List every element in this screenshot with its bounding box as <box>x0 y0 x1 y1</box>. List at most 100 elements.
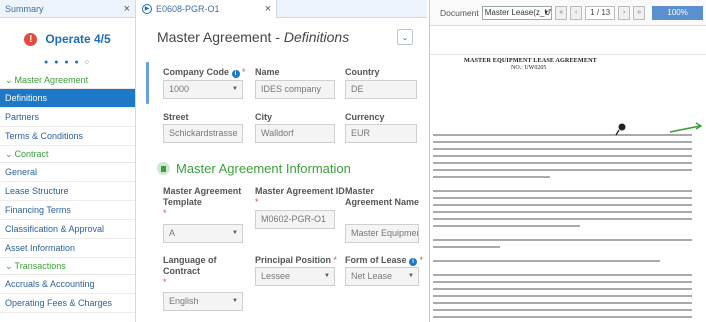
highlight-arrow-icon <box>669 122 703 133</box>
viewer-toolbar: Document Master Lease(z_UW ▼ « ‹ 1 / 13 … <box>430 0 706 26</box>
scroll-handle[interactable] <box>146 62 149 104</box>
sidebar-item-partners[interactable]: Partners <box>0 108 135 127</box>
sidebar-nav: ⌄ Master Agreement Definitions Partners Term… <box>0 72 135 313</box>
document-select-value: Master Lease(z_UW <box>484 7 553 17</box>
language-select[interactable]: English ▼ <box>163 292 243 311</box>
dropdown-caret-icon: ▼ <box>232 86 238 92</box>
currency-field[interactable]: EUR <box>345 124 417 143</box>
play-circle-icon: ▶ <box>142 3 152 14</box>
form-header: Master Agreement - Definitions ⌄ <box>137 22 427 52</box>
agreement-id-field[interactable]: M0602-PGR-O1 <box>255 210 335 229</box>
document-label: Document <box>440 7 479 18</box>
left-sidebar: Summary × ! Operate 4/5 ● ● ● ● ○ ⌄ Maste… <box>0 0 136 322</box>
company-code-label: Company Code i * <box>163 67 246 78</box>
city-field[interactable]: Walldorf <box>255 124 335 143</box>
chevron-down-icon: ⌄ <box>5 261 13 271</box>
dropdown-caret-icon: ▼ <box>543 9 550 16</box>
position-select[interactable]: Lessee ▼ <box>255 267 335 286</box>
collapse-button[interactable]: ⌄ <box>397 29 413 45</box>
page-indicator[interactable]: 1 / 13 <box>585 5 616 20</box>
agreement-name-label: Master Agreement Name <box>345 186 420 207</box>
chevron-down-icon: ⌄ <box>5 149 13 159</box>
dropdown-caret-icon: ▼ <box>408 273 414 279</box>
position-label: Principal Position * <box>255 255 337 266</box>
document-text-block <box>433 122 703 318</box>
tab-agreement[interactable]: ▶ E0608-PGR-O1 × <box>137 0 277 18</box>
info-icon[interactable]: i <box>409 258 418 266</box>
agreement-id-label-text: Master Agreement ID <box>255 186 345 196</box>
agreement-name-field[interactable]: Master Equipment I <box>345 224 419 243</box>
document-icon <box>157 162 170 175</box>
required-mark: * <box>163 208 167 218</box>
sidebar-item-definitions[interactable]: Definitions <box>0 89 135 108</box>
form-of-lease-value: Net Lease <box>351 271 393 281</box>
step-dots: ● ● ● ● ○ <box>44 59 91 66</box>
prev-page-button[interactable]: ‹ <box>570 5 583 20</box>
city-label: City <box>255 112 273 122</box>
required-mark: * <box>419 255 424 265</box>
sidebar-section-label: Master Agreement <box>14 75 89 85</box>
sidebar-item-general[interactable]: General <box>0 163 135 182</box>
close-icon[interactable]: × <box>265 3 271 15</box>
page-title-main: Master Agreement - <box>157 29 284 45</box>
dropdown-caret-icon: ▼ <box>232 230 238 236</box>
page-title: Master Agreement - Definitions <box>157 29 397 45</box>
operate-progress: ! Operate 4/5 <box>0 24 135 54</box>
company-code-select[interactable]: 1000 ▼ <box>163 80 243 99</box>
zoom-level[interactable]: 100% <box>652 5 703 20</box>
currency-label: Currency <box>345 112 385 122</box>
section-title: Master Agreement Information <box>176 161 351 176</box>
sidebar-section-master-agreement[interactable]: ⌄ Master Agreement <box>0 72 135 89</box>
form-panel: ▶ E0608-PGR-O1 × Master Agreement - Defi… <box>137 0 427 322</box>
tab-summary-label: Summary <box>5 3 44 14</box>
sidebar-section-transactions[interactable]: ⌄ Transactions <box>0 258 135 275</box>
document-viewer: Document Master Lease(z_UW ▼ « ‹ 1 / 13 … <box>429 0 706 322</box>
form-of-lease-label: Form of Lease i * <box>345 255 423 266</box>
sidebar-item-lease-structure[interactable]: Lease Structure <box>0 182 135 201</box>
tab-summary[interactable]: Summary × <box>0 0 135 18</box>
sidebar-section-contract[interactable]: ⌄ Contract <box>0 146 135 163</box>
close-icon[interactable]: × <box>124 3 130 15</box>
template-select[interactable]: A ▼ <box>163 224 243 243</box>
sidebar-item-financing-terms[interactable]: Financing Terms <box>0 201 135 220</box>
sidebar-item-operating-fees-charges[interactable]: Operating Fees & Charges <box>0 294 135 313</box>
sidebar-section-label: Transactions <box>14 261 66 271</box>
document-heading: MASTER EQUIPMENT LEASE AGREEMENT <box>464 57 597 64</box>
street-field[interactable]: Schickardstrasse <box>163 124 243 143</box>
sidebar-item-asset-information[interactable]: Asset Information <box>0 239 135 258</box>
document-text-lines <box>433 134 692 318</box>
document-page <box>430 54 706 322</box>
last-page-button[interactable]: » <box>633 5 646 20</box>
warning-icon: ! <box>24 32 38 46</box>
sidebar-section-label: Contract <box>14 149 49 159</box>
next-page-button[interactable]: › <box>618 5 631 20</box>
form-of-lease-select[interactable]: Net Lease ▼ <box>345 267 419 286</box>
sidebar-item-accruals-accounting[interactable]: Accruals & Accounting <box>0 275 135 294</box>
operate-label: Operate 4/5 <box>45 32 111 46</box>
page-title-sub: Definitions <box>283 29 350 45</box>
sidebar-item-classification-approval[interactable]: Classification & Approval <box>0 220 135 239</box>
required-mark: * <box>242 67 246 77</box>
sidebar-item-terms-conditions[interactable]: Terms & Conditions <box>0 127 135 146</box>
language-label-text: Language of Contract <box>163 255 217 276</box>
pin-marker-icon[interactable] <box>615 123 626 136</box>
document-number: NO.: UW0205 <box>511 65 547 71</box>
chevron-down-icon: ⌄ <box>5 75 13 85</box>
required-mark: * <box>163 277 167 287</box>
first-page-button[interactable]: « <box>555 5 568 20</box>
info-icon[interactable]: i <box>231 70 240 78</box>
dropdown-caret-icon: ▼ <box>324 273 330 279</box>
template-label-text: Master Agreement Template <box>163 186 242 207</box>
tab-agreement-label: E0608-PGR-O1 <box>156 3 220 14</box>
position-label-text: Principal Position <box>255 255 332 265</box>
company-name-field[interactable]: IDES company <box>255 80 335 99</box>
document-select[interactable]: Master Lease(z_UW ▼ <box>481 5 553 20</box>
country-field[interactable]: DE <box>345 80 417 99</box>
company-code-text: Company Code <box>163 67 230 77</box>
section-heading: Master Agreement Information <box>157 161 351 176</box>
required-mark: * <box>333 255 338 265</box>
required-mark: * <box>255 197 259 207</box>
template-label: Master Agreement Template * <box>163 186 247 219</box>
company-name-label: Name <box>255 67 280 77</box>
form-of-lease-label-text: Form of Lease <box>345 255 407 265</box>
